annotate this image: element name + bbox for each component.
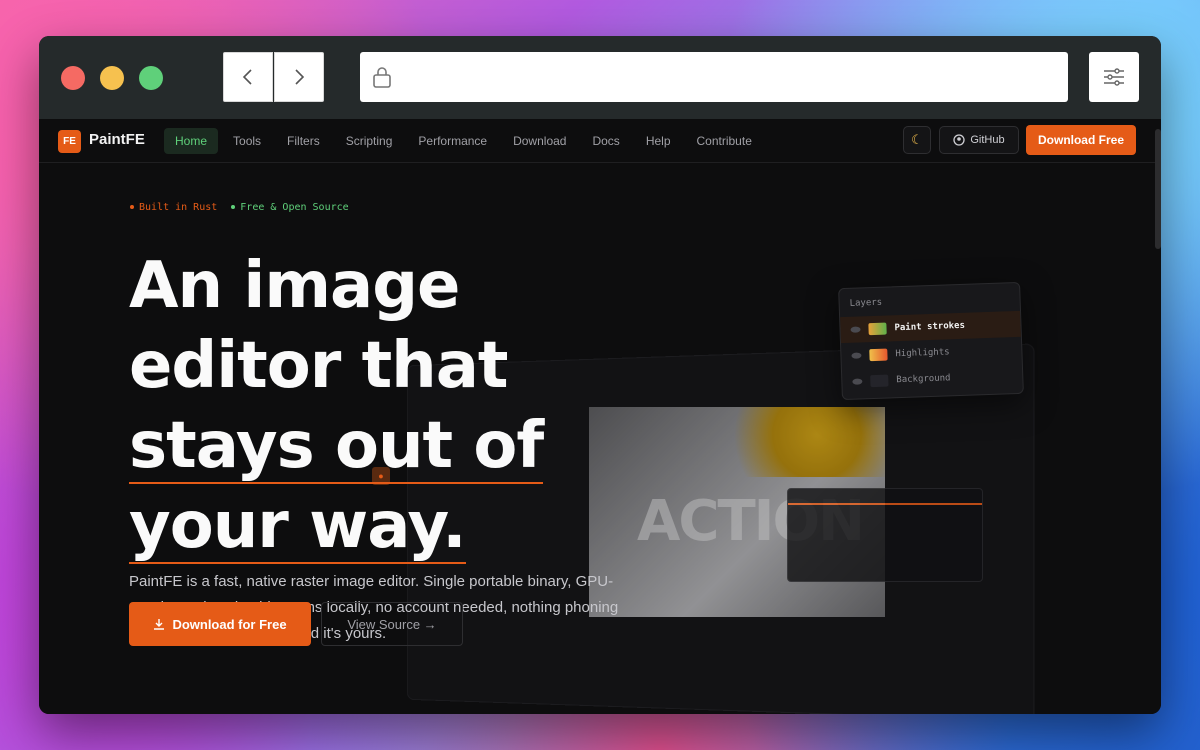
eye-icon <box>851 352 862 359</box>
layers-panel: Layers Paint strokes Highlights Backgrou… <box>838 281 1024 401</box>
close-window-button[interactable] <box>61 66 85 90</box>
tag-free-open-source: Free & Open Source <box>231 202 349 213</box>
download-for-free-button[interactable]: Download for Free <box>129 602 311 646</box>
nav-item-filters[interactable]: Filters <box>276 128 331 154</box>
nav-item-help[interactable]: Help <box>635 128 682 154</box>
nav-item-home[interactable]: Home <box>164 128 219 154</box>
maximize-window-button[interactable] <box>139 66 163 90</box>
layers-title: Layers <box>849 297 883 309</box>
layer-name: Highlights <box>895 347 950 360</box>
headline-line: An image <box>129 249 460 323</box>
lock-icon <box>373 67 391 88</box>
moon-icon: ☾ <box>911 132 923 147</box>
layer-thumbnail <box>869 348 888 362</box>
layer-thumbnail <box>870 374 889 388</box>
hero-tags: Built in Rust Free & Open Source <box>130 202 349 213</box>
console-accent-bar <box>788 503 982 505</box>
theme-toggle-button[interactable]: ☾ <box>903 126 931 154</box>
github-button[interactable]: GitHub <box>939 126 1019 154</box>
headline-line-underlined: your way. <box>129 489 467 564</box>
script-console-preview <box>787 488 983 582</box>
chevron-right-icon <box>295 69 305 85</box>
logo-mark[interactable]: FE <box>58 130 81 153</box>
nav-item-scripting[interactable]: Scripting <box>335 128 404 154</box>
nav-item-docs[interactable]: Docs <box>581 128 630 154</box>
page-content: FE PaintFE Home Tools Filters Scripting … <box>39 119 1161 714</box>
browser-chrome <box>39 36 1161 119</box>
nav-item-download[interactable]: Download <box>502 128 577 154</box>
layer-name: Paint strokes <box>894 320 966 334</box>
nav-menu: Home Tools Filters Scripting Performance… <box>164 128 763 154</box>
browser-window: FE PaintFE Home Tools Filters Scripting … <box>39 36 1161 714</box>
forward-button[interactable] <box>274 52 324 102</box>
layer-row: Background <box>842 363 1023 395</box>
site-navbar: FE PaintFE Home Tools Filters Scripting … <box>39 119 1155 163</box>
sliders-icon <box>1104 68 1124 86</box>
hero-headline: An image editor that stays out of your w… <box>129 246 599 566</box>
nav-item-performance[interactable]: Performance <box>407 128 498 154</box>
eye-icon <box>852 378 863 385</box>
back-button[interactable] <box>223 52 273 102</box>
settings-button[interactable] <box>1089 52 1139 102</box>
tag-built-in-rust: Built in Rust <box>130 202 217 213</box>
view-source-button[interactable]: View Source → <box>321 602 463 646</box>
layer-name: Background <box>896 373 951 386</box>
download-icon <box>154 619 165 630</box>
paint-splash <box>715 407 885 477</box>
layer-thumbnail <box>868 322 887 336</box>
download-for-free-label: Download for Free <box>172 616 287 632</box>
minimize-window-button[interactable] <box>100 66 124 90</box>
address-bar[interactable] <box>360 52 1068 102</box>
nav-item-contribute[interactable]: Contribute <box>686 128 763 154</box>
headline-line-underlined: stays out of <box>129 409 544 484</box>
github-label: GitHub <box>970 134 1005 146</box>
nav-item-tools[interactable]: Tools <box>222 128 272 154</box>
headline-line: editor that <box>129 329 509 403</box>
github-icon <box>953 134 966 146</box>
logo-name[interactable]: PaintFE <box>89 131 145 148</box>
download-free-button[interactable]: Download Free <box>1026 125 1136 155</box>
page-scrollbar[interactable] <box>1155 129 1161 249</box>
chevron-left-icon <box>242 69 252 85</box>
eye-icon <box>850 326 861 333</box>
